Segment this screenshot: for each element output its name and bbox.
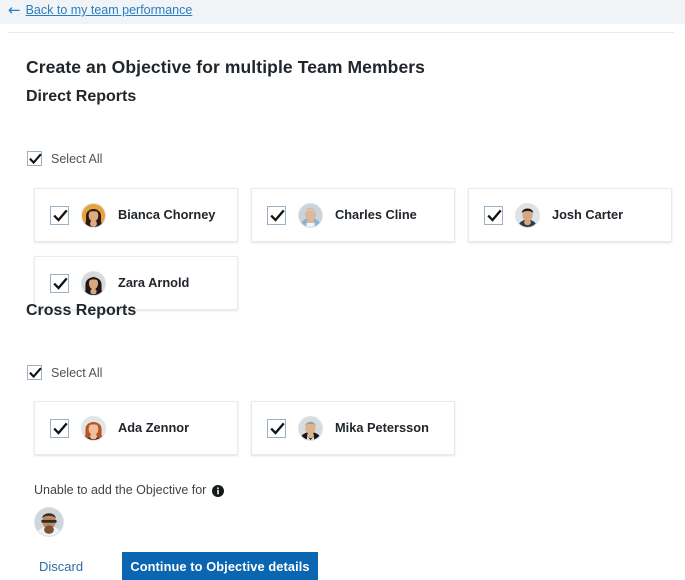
member-card-ada-zennor[interactable]: Ada Zennor bbox=[34, 401, 238, 455]
member-checkbox-bianca-chorney[interactable] bbox=[50, 206, 69, 225]
unable-to-add-label: Unable to add the Objective for bbox=[34, 483, 206, 498]
section-heading-cross-reports: Cross Reports bbox=[26, 302, 136, 320]
member-card-bianca-chorney[interactable]: Bianca Chorney bbox=[34, 188, 238, 242]
back-link-label: Back to my team performance bbox=[26, 2, 193, 18]
member-checkbox-josh-carter[interactable] bbox=[484, 206, 503, 225]
member-checkbox-zara-arnold[interactable] bbox=[50, 274, 69, 293]
member-checkbox-charles-cline[interactable] bbox=[267, 206, 286, 225]
info-icon[interactable] bbox=[212, 485, 224, 497]
avatar-mika-petersson bbox=[298, 416, 323, 441]
main-panel: Create an Objective for multiple Team Me… bbox=[8, 32, 674, 563]
member-checkbox-mika-petersson[interactable] bbox=[267, 419, 286, 438]
select-all-cross-label: Select All bbox=[51, 366, 102, 380]
avatar-ada-zennor bbox=[81, 416, 106, 441]
select-all-direct-checkbox[interactable] bbox=[27, 151, 42, 166]
arrow-left-icon: ← bbox=[8, 3, 21, 18]
member-name: Zara Arnold bbox=[118, 276, 189, 290]
unable-to-add-row: Unable to add the Objective for bbox=[34, 483, 224, 498]
select-all-direct-label: Select All bbox=[51, 152, 102, 166]
member-name: Ada Zennor bbox=[118, 421, 189, 435]
member-checkbox-ada-zennor[interactable] bbox=[50, 419, 69, 438]
discard-button[interactable]: Discard bbox=[39, 558, 83, 575]
avatar-unavailable-user bbox=[34, 507, 64, 537]
section-heading-direct-reports: Direct Reports bbox=[26, 88, 136, 106]
member-card-charles-cline[interactable]: Charles Cline bbox=[251, 188, 455, 242]
avatar-josh-carter bbox=[515, 203, 540, 228]
continue-to-objective-details-button[interactable]: Continue to Objective details bbox=[122, 552, 318, 580]
back-to-team-performance-link[interactable]: ← Back to my team performance bbox=[8, 2, 192, 18]
topbar: ← Back to my team performance bbox=[0, 0, 685, 24]
member-name: Bianca Chorney bbox=[118, 208, 215, 222]
select-all-direct-reports[interactable]: Select All bbox=[27, 151, 102, 166]
member-card-mika-petersson[interactable]: Mika Petersson bbox=[251, 401, 455, 455]
page-title: Create an Objective for multiple Team Me… bbox=[26, 57, 425, 78]
avatar-zara-arnold bbox=[81, 271, 106, 296]
member-name: Josh Carter bbox=[552, 208, 623, 222]
member-card-josh-carter[interactable]: Josh Carter bbox=[468, 188, 672, 242]
avatar-charles-cline bbox=[298, 203, 323, 228]
member-name: Charles Cline bbox=[335, 208, 417, 222]
select-all-cross-reports[interactable]: Select All bbox=[27, 365, 102, 380]
member-name: Mika Petersson bbox=[335, 421, 429, 435]
avatar-bianca-chorney bbox=[81, 203, 106, 228]
select-all-cross-checkbox[interactable] bbox=[27, 365, 42, 380]
